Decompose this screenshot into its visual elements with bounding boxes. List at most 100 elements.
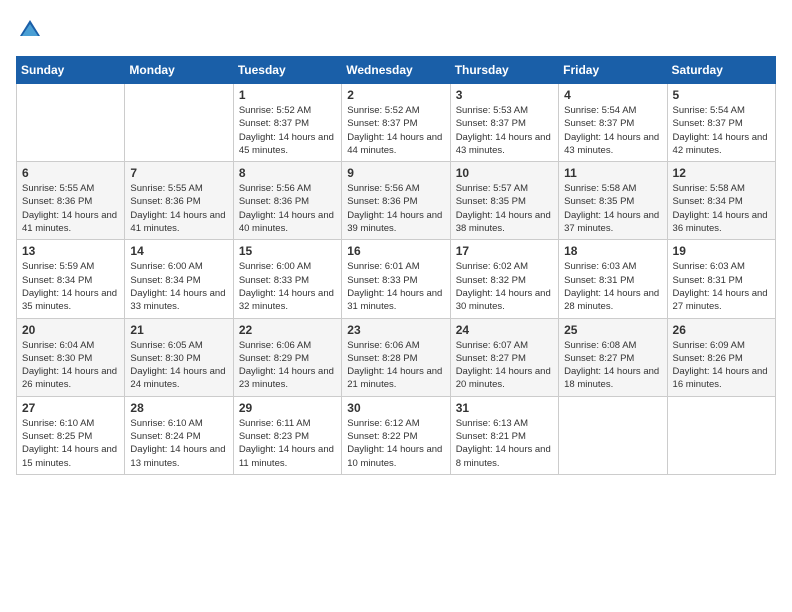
- calendar-cell: 24 Sunrise: 6:07 AM Sunset: 8:27 PM Dayli…: [450, 318, 558, 396]
- day-number: 10: [456, 166, 553, 180]
- day-info: Sunrise: 5:54 AM Sunset: 8:37 PM Dayligh…: [564, 104, 661, 157]
- calendar-cell: 18 Sunrise: 6:03 AM Sunset: 8:31 PM Dayli…: [559, 240, 667, 318]
- calendar-cell: 5Sunrise: 5:54 AM Sunset: 8:37 PM Daylig…: [667, 84, 775, 162]
- day-number: 12: [673, 166, 770, 180]
- calendar-cell: [125, 84, 233, 162]
- calendar-table: SundayMondayTuesdayWednesdayThursdayFrid…: [16, 56, 776, 475]
- day-info: Sunrise: 6:03 AM Sunset: 8:31 PM Dayligh…: [673, 260, 770, 313]
- calendar-cell: 10 Sunrise: 5:57 AM Sunset: 8:35 PM Dayli…: [450, 162, 558, 240]
- calendar-cell: 19 Sunrise: 6:03 AM Sunset: 8:31 PM Dayli…: [667, 240, 775, 318]
- day-info: Sunrise: 6:02 AM Sunset: 8:32 PM Dayligh…: [456, 260, 553, 313]
- day-number: 30: [347, 401, 444, 415]
- calendar-week-row: 20 Sunrise: 6:04 AM Sunset: 8:30 PM Dayli…: [17, 318, 776, 396]
- logo-icon: [16, 16, 44, 44]
- calendar-cell: 21 Sunrise: 6:05 AM Sunset: 8:30 PM Dayli…: [125, 318, 233, 396]
- calendar-cell: 30 Sunrise: 6:12 AM Sunset: 8:22 PM Dayli…: [342, 396, 450, 474]
- day-info: Sunrise: 6:08 AM Sunset: 8:27 PM Dayligh…: [564, 339, 661, 392]
- day-number: 19: [673, 244, 770, 258]
- calendar-cell: 4Sunrise: 5:54 AM Sunset: 8:37 PM Daylig…: [559, 84, 667, 162]
- day-info: Sunrise: 6:10 AM Sunset: 8:25 PM Dayligh…: [22, 417, 119, 470]
- day-info: Sunrise: 6:01 AM Sunset: 8:33 PM Dayligh…: [347, 260, 444, 313]
- column-header-saturday: Saturday: [667, 57, 775, 84]
- day-info: Sunrise: 6:07 AM Sunset: 8:27 PM Dayligh…: [456, 339, 553, 392]
- calendar-cell: [559, 396, 667, 474]
- day-number: 21: [130, 323, 227, 337]
- day-number: 16: [347, 244, 444, 258]
- day-info: Sunrise: 6:06 AM Sunset: 8:29 PM Dayligh…: [239, 339, 336, 392]
- calendar-cell: 2 Sunrise: 5:52 AM Sunset: 8:37 PM Daylig…: [342, 84, 450, 162]
- calendar-cell: 3 Sunrise: 5:53 AM Sunset: 8:37 PM Daylig…: [450, 84, 558, 162]
- calendar-cell: 16 Sunrise: 6:01 AM Sunset: 8:33 PM Dayli…: [342, 240, 450, 318]
- day-info: Sunrise: 5:58 AM Sunset: 8:35 PM Dayligh…: [564, 182, 661, 235]
- calendar-cell: 12 Sunrise: 5:58 AM Sunset: 8:34 PM Dayli…: [667, 162, 775, 240]
- calendar-week-row: 13 Sunrise: 5:59 AM Sunset: 8:34 PM Dayli…: [17, 240, 776, 318]
- day-number: 18: [564, 244, 661, 258]
- column-header-monday: Monday: [125, 57, 233, 84]
- day-info: Sunrise: 6:00 AM Sunset: 8:33 PM Dayligh…: [239, 260, 336, 313]
- day-info: Sunrise: 6:09 AM Sunset: 8:26 PM Dayligh…: [673, 339, 770, 392]
- column-header-wednesday: Wednesday: [342, 57, 450, 84]
- calendar-week-row: 1Sunrise: 5:52 AM Sunset: 8:37 PM Daylig…: [17, 84, 776, 162]
- day-number: 26: [673, 323, 770, 337]
- calendar-cell: 31 Sunrise: 6:13 AM Sunset: 8:21 PM Dayli…: [450, 396, 558, 474]
- column-header-friday: Friday: [559, 57, 667, 84]
- calendar-cell: 28Sunrise: 6:10 AM Sunset: 8:24 PM Dayli…: [125, 396, 233, 474]
- calendar-cell: 8 Sunrise: 5:56 AM Sunset: 8:36 PM Daylig…: [233, 162, 341, 240]
- calendar-cell: 20 Sunrise: 6:04 AM Sunset: 8:30 PM Dayli…: [17, 318, 125, 396]
- day-info: Sunrise: 5:58 AM Sunset: 8:34 PM Dayligh…: [673, 182, 770, 235]
- day-info: Sunrise: 6:11 AM Sunset: 8:23 PM Dayligh…: [239, 417, 336, 470]
- day-info: Sunrise: 5:53 AM Sunset: 8:37 PM Dayligh…: [456, 104, 553, 157]
- day-number: 8: [239, 166, 336, 180]
- day-number: 27: [22, 401, 119, 415]
- day-number: 13: [22, 244, 119, 258]
- calendar-cell: 23Sunrise: 6:06 AM Sunset: 8:28 PM Dayli…: [342, 318, 450, 396]
- day-info: Sunrise: 5:52 AM Sunset: 8:37 PM Dayligh…: [347, 104, 444, 157]
- calendar-cell: 26 Sunrise: 6:09 AM Sunset: 8:26 PM Dayli…: [667, 318, 775, 396]
- day-info: Sunrise: 6:12 AM Sunset: 8:22 PM Dayligh…: [347, 417, 444, 470]
- calendar-cell: 7 Sunrise: 5:55 AM Sunset: 8:36 PM Daylig…: [125, 162, 233, 240]
- day-number: 20: [22, 323, 119, 337]
- day-number: 15: [239, 244, 336, 258]
- day-number: 14: [130, 244, 227, 258]
- day-number: 11: [564, 166, 661, 180]
- day-info: Sunrise: 6:05 AM Sunset: 8:30 PM Dayligh…: [130, 339, 227, 392]
- calendar-cell: 29 Sunrise: 6:11 AM Sunset: 8:23 PM Dayli…: [233, 396, 341, 474]
- day-number: 23: [347, 323, 444, 337]
- day-info: Sunrise: 5:55 AM Sunset: 8:36 PM Dayligh…: [130, 182, 227, 235]
- calendar-cell: 9 Sunrise: 5:56 AM Sunset: 8:36 PM Daylig…: [342, 162, 450, 240]
- logo: [16, 16, 48, 44]
- day-info: Sunrise: 6:13 AM Sunset: 8:21 PM Dayligh…: [456, 417, 553, 470]
- day-number: 5: [673, 88, 770, 102]
- day-info: Sunrise: 6:04 AM Sunset: 8:30 PM Dayligh…: [22, 339, 119, 392]
- calendar-cell: 27 Sunrise: 6:10 AM Sunset: 8:25 PM Dayli…: [17, 396, 125, 474]
- day-number: 25: [564, 323, 661, 337]
- calendar-cell: [17, 84, 125, 162]
- day-number: 9: [347, 166, 444, 180]
- day-number: 2: [347, 88, 444, 102]
- day-info: Sunrise: 5:59 AM Sunset: 8:34 PM Dayligh…: [22, 260, 119, 313]
- calendar-cell: 25 Sunrise: 6:08 AM Sunset: 8:27 PM Dayli…: [559, 318, 667, 396]
- day-number: 7: [130, 166, 227, 180]
- day-number: 3: [456, 88, 553, 102]
- column-header-thursday: Thursday: [450, 57, 558, 84]
- day-number: 29: [239, 401, 336, 415]
- column-header-sunday: Sunday: [17, 57, 125, 84]
- day-info: Sunrise: 6:00 AM Sunset: 8:34 PM Dayligh…: [130, 260, 227, 313]
- column-header-tuesday: Tuesday: [233, 57, 341, 84]
- calendar-cell: [667, 396, 775, 474]
- calendar-cell: 17Sunrise: 6:02 AM Sunset: 8:32 PM Dayli…: [450, 240, 558, 318]
- calendar-cell: 14 Sunrise: 6:00 AM Sunset: 8:34 PM Dayli…: [125, 240, 233, 318]
- day-number: 31: [456, 401, 553, 415]
- day-info: Sunrise: 6:03 AM Sunset: 8:31 PM Dayligh…: [564, 260, 661, 313]
- calendar-cell: 22Sunrise: 6:06 AM Sunset: 8:29 PM Dayli…: [233, 318, 341, 396]
- calendar-cell: 15 Sunrise: 6:00 AM Sunset: 8:33 PM Dayli…: [233, 240, 341, 318]
- day-info: Sunrise: 5:52 AM Sunset: 8:37 PM Dayligh…: [239, 104, 336, 157]
- day-number: 24: [456, 323, 553, 337]
- calendar-cell: 13 Sunrise: 5:59 AM Sunset: 8:34 PM Dayli…: [17, 240, 125, 318]
- calendar-cell: 6Sunrise: 5:55 AM Sunset: 8:36 PM Daylig…: [17, 162, 125, 240]
- day-info: Sunrise: 5:56 AM Sunset: 8:36 PM Dayligh…: [347, 182, 444, 235]
- day-info: Sunrise: 5:56 AM Sunset: 8:36 PM Dayligh…: [239, 182, 336, 235]
- page-header: [16, 16, 776, 44]
- calendar-week-row: 6Sunrise: 5:55 AM Sunset: 8:36 PM Daylig…: [17, 162, 776, 240]
- day-info: Sunrise: 5:57 AM Sunset: 8:35 PM Dayligh…: [456, 182, 553, 235]
